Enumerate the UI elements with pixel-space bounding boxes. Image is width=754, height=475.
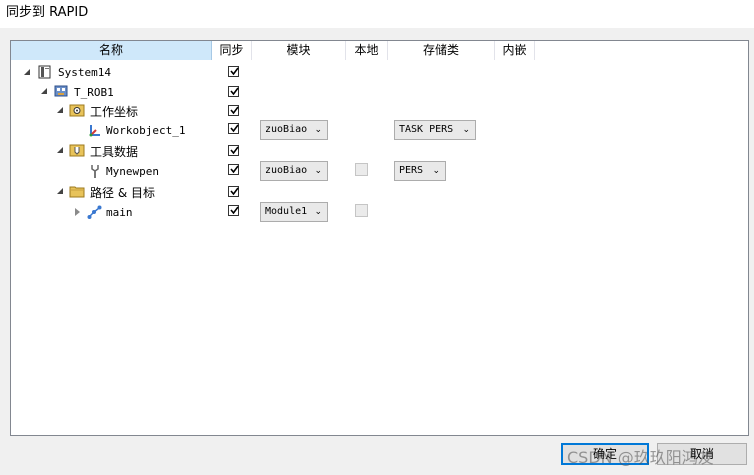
coordinate-frame-icon [87,122,103,138]
collapse-arrow-icon[interactable] [57,147,63,153]
sync-checkbox[interactable] [228,123,239,134]
chevron-down-icon: ⌄ [314,125,322,135]
tree-row-tools[interactable]: 工具数据 [11,141,748,161]
tree-label-system: System14 [58,66,111,79]
ok-button[interactable]: 确定 [561,443,649,465]
column-header-name[interactable]: 名称 [11,41,212,60]
expand-arrow-icon[interactable] [75,208,80,216]
path-icon [87,204,103,220]
storage-dropdown[interactable]: TASK PERS ⌄ [394,120,476,140]
tool-folder-icon [69,142,85,158]
robot-task-icon [53,83,69,99]
sync-checkbox[interactable] [228,145,239,156]
collapse-arrow-icon[interactable] [24,69,30,75]
tree-label-path: main [106,206,133,219]
sync-checkbox[interactable] [228,66,239,77]
chevron-down-icon: ⌄ [462,125,470,135]
tree-row-path[interactable]: main Module1 ⌄ [11,202,748,222]
storage-dropdown-value: TASK PERS [399,124,454,135]
tree-label-paths: 路径 & 目标 [90,186,155,200]
module-dropdown[interactable]: zuoBiao ⌄ [260,120,328,140]
sync-checkbox[interactable] [228,105,239,116]
storage-dropdown-value: PERS [399,165,424,176]
tree-label-task: T_ROB1 [74,86,114,99]
collapse-arrow-icon[interactable] [57,188,63,194]
tree-label-tool: Mynewpen [106,165,159,178]
tree-row-workobject[interactable]: Workobject_1 zuoBiao ⌄ TASK PERS ⌄ [11,120,748,140]
workobject-folder-icon [69,102,85,118]
window-title: 同步到 RAPID [0,0,754,28]
tree-label-workobjects: 工作坐标 [90,105,139,119]
collapse-arrow-icon[interactable] [57,107,63,113]
cancel-button[interactable]: 取消 [657,443,747,465]
column-header-sync[interactable]: 同步 [212,41,252,60]
chevron-down-icon: ⌄ [314,207,322,217]
tree-row-task[interactable]: T_ROB1 [11,82,748,102]
sync-tree-table: 名称 同步 模块 本地 存储类 内嵌 System14 T_ROB1 工作坐标 [10,40,749,436]
collapse-arrow-icon[interactable] [41,88,47,94]
tree-row-paths[interactable]: 路径 & 目标 [11,182,748,202]
chevron-down-icon: ⌄ [432,166,440,176]
module-dropdown-value: Module1 [265,206,308,217]
module-dropdown[interactable]: zuoBiao ⌄ [260,161,328,181]
module-dropdown-value: zuoBiao [265,124,308,135]
module-dropdown[interactable]: Module1 ⌄ [260,202,328,222]
column-header-module[interactable]: 模块 [252,41,346,60]
module-dropdown-value: zuoBiao [265,165,308,176]
local-checkbox[interactable] [355,163,368,176]
tree-label-workobject: Workobject_1 [106,124,186,137]
column-header-inline[interactable]: 内嵌 [495,41,535,60]
sync-checkbox[interactable] [228,186,239,197]
sync-checkbox[interactable] [228,164,239,175]
tree-row-system[interactable]: System14 [11,62,748,82]
storage-dropdown[interactable]: PERS ⌄ [394,161,446,181]
tree-row-workobjects[interactable]: 工作坐标 [11,101,748,121]
sync-checkbox[interactable] [228,205,239,216]
paths-folder-icon [69,183,85,199]
system-book-icon [37,64,53,80]
sync-checkbox[interactable] [228,86,239,97]
column-header-storage[interactable]: 存储类 [388,41,495,60]
local-checkbox[interactable] [355,204,368,217]
tree-label-tools: 工具数据 [90,145,139,159]
tree-row-tool[interactable]: Mynewpen zuoBiao ⌄ PERS ⌄ [11,161,748,181]
chevron-down-icon: ⌄ [314,166,322,176]
tool-wrench-icon [87,163,103,179]
column-header-local[interactable]: 本地 [346,41,388,60]
